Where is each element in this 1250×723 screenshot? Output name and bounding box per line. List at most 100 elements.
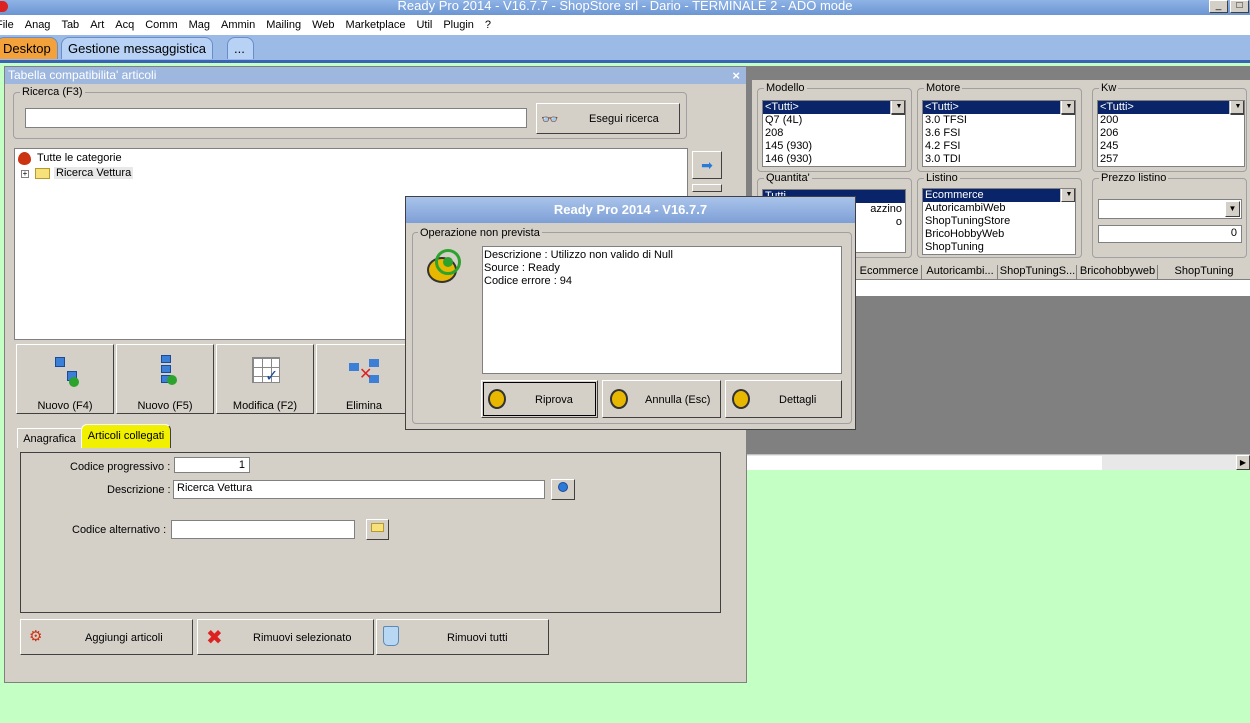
kw-group: Kw <Tutti> 200 206 245 257 ▲▼ xyxy=(1092,82,1247,172)
rimuovi-selezionato-button[interactable]: ✖ Rimuovi selezionato xyxy=(197,619,374,655)
tree-child-label[interactable]: Ricerca Vettura xyxy=(54,167,134,179)
elimina-button[interactable]: ✕ Elimina xyxy=(316,344,412,414)
list-item[interactable]: ShopTuningStore xyxy=(923,215,1075,228)
tab-desktop[interactable]: Desktop xyxy=(0,37,58,59)
strawberry-icon xyxy=(18,152,31,165)
codice-progressivo-field[interactable]: 1 xyxy=(174,457,250,473)
binoculars-icon: 👓 xyxy=(541,111,559,127)
column-header[interactable]: ShopTuning xyxy=(1159,265,1249,279)
tree-expander-icon[interactable]: + xyxy=(21,170,29,178)
list-item[interactable]: <Tutti> xyxy=(1098,101,1244,114)
nuovo-f5-button[interactable]: Nuovo (F5) xyxy=(116,344,214,414)
rimuovi-tutti-button[interactable]: Rimuovi tutti xyxy=(376,619,549,655)
prezzo-listino-value[interactable]: 0 xyxy=(1098,225,1242,243)
menu-web[interactable]: Web xyxy=(312,19,334,31)
riprova-button[interactable]: Riprova xyxy=(481,380,598,418)
menu-tab[interactable]: Tab xyxy=(61,19,79,31)
menu-acq[interactable]: Acq xyxy=(115,19,134,31)
list-item[interactable]: 3.0 TFSI xyxy=(923,114,1075,127)
arrow-button-partial[interactable] xyxy=(692,184,722,192)
list-item[interactable]: ShopTuning xyxy=(923,241,1075,254)
listino-scrollbar[interactable]: ▼ xyxy=(1060,189,1075,202)
grid-horizontal-scrollbar[interactable]: ▶ xyxy=(745,454,1250,470)
tab-more[interactable]: ... xyxy=(227,37,254,59)
folder-icon xyxy=(35,168,50,179)
list-item[interactable]: 257 xyxy=(1098,153,1244,166)
motore-list[interactable]: <Tutti> 3.0 TFSI 3.6 FSI 4.2 FSI 3.0 TDI… xyxy=(922,100,1076,167)
list-item[interactable]: Ecommerce xyxy=(923,189,1075,202)
motore-scrollbar[interactable]: ▲▼ xyxy=(1060,101,1075,115)
listino-group: Listino Ecommerce AutoricambiWeb ShopTun… xyxy=(917,172,1082,258)
modello-scrollbar[interactable]: ▲▼ xyxy=(890,101,905,115)
menu-marketplace[interactable]: Marketplace xyxy=(346,19,406,31)
chevron-down-icon[interactable]: ▼ xyxy=(1225,201,1240,217)
listino-list[interactable]: Ecommerce AutoricambiWeb ShopTuningStore… xyxy=(922,188,1076,255)
kw-scrollbar[interactable]: ▲▼ xyxy=(1229,101,1244,115)
menu-anag[interactable]: Anag xyxy=(25,19,51,31)
tab-articoli-collegati[interactable]: Articoli collegati xyxy=(81,424,171,448)
list-item[interactable]: 208 xyxy=(763,127,905,140)
arrow-right-button[interactable]: ➡ xyxy=(692,151,722,179)
menu-comm[interactable]: Comm xyxy=(145,19,177,31)
close-icon[interactable]: × xyxy=(732,67,740,84)
prezzo-listino-select[interactable]: ▼ xyxy=(1098,199,1242,219)
menu-plugin[interactable]: Plugin xyxy=(443,19,474,31)
scrollbar-thumb[interactable] xyxy=(745,456,1102,470)
list-item[interactable]: 245 xyxy=(1098,140,1244,153)
list-item[interactable]: <Tutti> xyxy=(923,101,1075,114)
error-dialog: Ready Pro 2014 - V16.7.7 Operazione non … xyxy=(405,196,856,430)
list-item[interactable]: 145 (930) xyxy=(763,140,905,153)
list-item[interactable]: 206 xyxy=(1098,127,1244,140)
search-input[interactable] xyxy=(25,108,527,128)
error-code: Codice errore : 94 xyxy=(484,275,573,287)
aggiungi-articoli-button[interactable]: ⚙ Aggiungi articoli xyxy=(20,619,193,655)
esegui-ricerca-label: Esegui ricerca xyxy=(589,113,659,125)
list-item[interactable]: <Tutti> xyxy=(763,101,905,114)
column-header[interactable]: Bricohobbyweb xyxy=(1078,265,1158,279)
menu-ammin[interactable]: Ammin xyxy=(221,19,255,31)
esegui-ricerca-button[interactable]: 👓 Esegui ricerca xyxy=(536,103,680,134)
folder-open-icon[interactable] xyxy=(366,519,389,540)
dettagli-button[interactable]: Dettagli xyxy=(725,380,842,418)
maximize-button[interactable]: □ xyxy=(1230,0,1249,13)
menu-file[interactable]: File xyxy=(0,19,14,31)
search-group: Ricerca (F3) 👓 Esegui ricerca xyxy=(13,86,687,139)
menu-help[interactable]: ? xyxy=(485,19,491,31)
modello-group: Modello <Tutti> Q7 (4L) 208 145 (930) 14… xyxy=(757,82,912,172)
menu-util[interactable]: Util xyxy=(416,19,432,31)
nuovo-f4-button[interactable]: Nuovo (F4) xyxy=(16,344,114,414)
minimize-button[interactable]: _ xyxy=(1209,0,1228,13)
codice-progressivo-label: Codice progressivo : xyxy=(70,461,171,473)
list-item[interactable]: Q7 (4L) xyxy=(763,114,905,127)
codice-alternativo-field[interactable] xyxy=(171,520,355,539)
list-item[interactable]: 3.0 TDI xyxy=(923,153,1075,166)
list-item[interactable]: 4.2 FSI xyxy=(923,140,1075,153)
listino-label: Listino xyxy=(924,172,960,184)
list-item[interactable]: BricoHobbyWeb xyxy=(923,228,1075,241)
app-title-bar: Ready Pro 2014 - V16.7.7 - ShopStore srl… xyxy=(0,0,1250,15)
tab-anagrafica[interactable]: Anagrafica xyxy=(17,428,81,448)
modifica-button[interactable]: ✓ Modifica (F2) xyxy=(216,344,314,414)
bug-target-icon xyxy=(421,247,465,295)
column-header[interactable]: Autoricambi... xyxy=(923,265,998,279)
globe-icon[interactable] xyxy=(551,479,575,500)
rimuovi-tutti-label: Rimuovi tutti xyxy=(447,632,508,644)
column-header[interactable]: Ecommerce xyxy=(857,265,922,279)
annulla-button[interactable]: Annulla (Esc) xyxy=(602,380,721,418)
list-item[interactable]: 146 (930) xyxy=(763,153,905,166)
column-header[interactable]: ShopTuningS... xyxy=(999,265,1077,279)
list-item[interactable]: 200 xyxy=(1098,114,1244,127)
recycle-bin-icon xyxy=(383,626,399,646)
menu-mag[interactable]: Mag xyxy=(189,19,210,31)
modello-list[interactable]: <Tutti> Q7 (4L) 208 145 (930) 146 (930) … xyxy=(762,100,906,167)
scroll-right-arrow-icon[interactable]: ▶ xyxy=(1236,455,1250,470)
list-item[interactable]: AutoricambiWeb xyxy=(923,202,1075,215)
detail-frame: Codice progressivo : 1 Descrizione : Ric… xyxy=(20,452,721,613)
menu-art[interactable]: Art xyxy=(90,19,104,31)
menu-mailing[interactable]: Mailing xyxy=(266,19,301,31)
tab-gestione-messaggistica[interactable]: Gestione messaggistica xyxy=(61,37,214,59)
descrizione-field[interactable]: Ricerca Vettura xyxy=(173,480,545,499)
kw-list[interactable]: <Tutti> 200 206 245 257 ▲▼ xyxy=(1097,100,1245,167)
tree-root-label[interactable]: Tutte le categorie xyxy=(37,152,122,164)
list-item[interactable]: 3.6 FSI xyxy=(923,127,1075,140)
